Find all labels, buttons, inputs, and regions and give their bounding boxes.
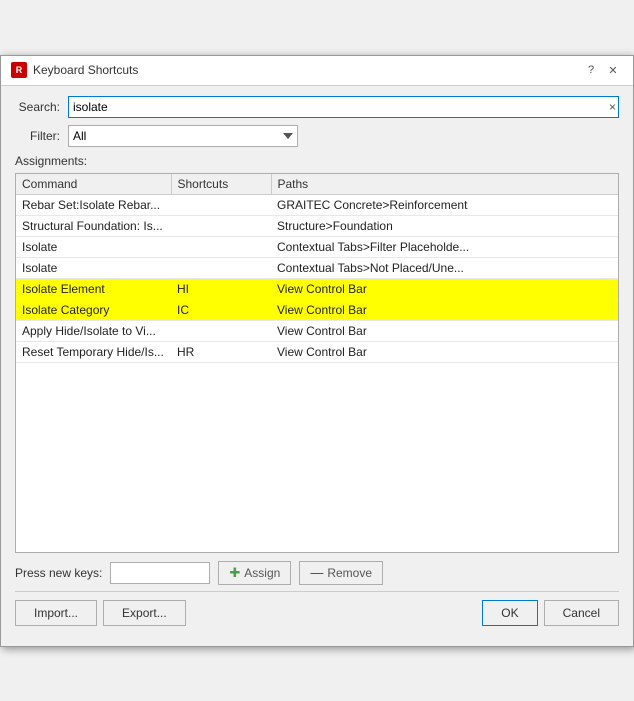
keyboard-shortcuts-dialog: R Keyboard Shortcuts ? ✕ Search: × Filte… [0,55,634,647]
cancel-button[interactable]: Cancel [544,600,619,626]
table-cell-command: Rebar Set:Isolate Rebar... [16,194,171,215]
table-row[interactable]: Isolate Contextual Tabs>Not Placed/Une... [16,257,618,278]
title-bar-left: R Keyboard Shortcuts [11,62,138,78]
plus-icon: ✚ [229,565,240,581]
divider [15,591,619,592]
table-cell-path: View Control Bar [271,320,618,341]
filter-label: Filter: [15,129,60,143]
assign-button[interactable]: ✚ Assign [218,561,291,585]
dialog-body: Search: × Filter: All Navigation Modelin… [1,86,633,646]
search-row: Search: × [15,96,619,118]
minus-icon: — [310,565,323,580]
table-cell-command: Isolate [16,257,171,278]
assignments-table: Command Shortcuts Paths Rebar Set:Isolat… [16,174,618,363]
table-cell-shortcut: HR [171,341,271,362]
table-cell-path: Contextual Tabs>Not Placed/Une... [271,257,618,278]
table-row[interactable]: Isolate ElementHIView Control Bar [16,278,618,299]
table-row[interactable]: Apply Hide/Isolate to Vi... View Control … [16,320,618,341]
ok-button[interactable]: OK [482,600,537,626]
press-keys-label: Press new keys: [15,566,102,580]
table-cell-shortcut [171,257,271,278]
table-cell-command: Isolate Category [16,299,171,320]
table-cell-path: View Control Bar [271,341,618,362]
help-button[interactable]: ? [581,60,601,80]
press-new-keys-bar: Press new keys: ✚ Assign — Remove [15,553,619,591]
assign-label: Assign [244,566,280,580]
table-cell-command: Apply Hide/Isolate to Vi... [16,320,171,341]
bottom-left-buttons: Import... Export... [15,600,186,626]
table-row[interactable]: Isolate CategoryICView Control Bar [16,299,618,320]
table-cell-path: View Control Bar [271,278,618,299]
bottom-buttons: Import... Export... OK Cancel [15,600,619,636]
table-cell-shortcut: IC [171,299,271,320]
table-cell-command: Structural Foundation: Is... [16,215,171,236]
search-label: Search: [15,100,60,114]
new-keys-input[interactable] [110,562,210,584]
table-cell-path: View Control Bar [271,299,618,320]
title-bar: R Keyboard Shortcuts ? ✕ [1,56,633,86]
column-header-shortcuts: Shortcuts [171,174,271,195]
table-header-row: Command Shortcuts Paths [16,174,618,195]
dialog-title: Keyboard Shortcuts [33,63,138,77]
table-cell-command: Reset Temporary Hide/Is... [16,341,171,362]
table-cell-command: Isolate [16,236,171,257]
table-row[interactable]: Structural Foundation: Is... Structure>Fo… [16,215,618,236]
app-icon: R [11,62,27,78]
filter-select[interactable]: All Navigation Modeling View Edit [68,125,298,147]
table-row[interactable]: Isolate Contextual Tabs>Filter Placeholde… [16,236,618,257]
export-button[interactable]: Export... [103,600,186,626]
table-cell-shortcut [171,320,271,341]
remove-button[interactable]: — Remove [299,561,383,585]
assignments-table-container[interactable]: Command Shortcuts Paths Rebar Set:Isolat… [15,173,619,553]
close-button[interactable]: ✕ [603,60,623,80]
table-cell-shortcut [171,194,271,215]
table-row[interactable]: Rebar Set:Isolate Rebar... GRAITEC Concre… [16,194,618,215]
table-cell-shortcut [171,236,271,257]
table-row[interactable]: Reset Temporary Hide/Is...HRView Control… [16,341,618,362]
remove-label: Remove [327,566,372,580]
table-cell-shortcut [171,215,271,236]
assignments-label: Assignments: [15,154,619,168]
table-cell-command: Isolate Element [16,278,171,299]
filter-row: Filter: All Navigation Modeling View Edi… [15,125,619,147]
search-input[interactable] [68,96,619,118]
table-cell-path: Structure>Foundation [271,215,618,236]
search-wrapper: × [68,96,619,118]
table-cell-shortcut: HI [171,278,271,299]
table-cell-path: GRAITEC Concrete>Reinforcement [271,194,618,215]
table-body: Rebar Set:Isolate Rebar... GRAITEC Concre… [16,194,618,362]
bottom-right-buttons: OK Cancel [482,600,619,626]
column-header-command: Command [16,174,171,195]
column-header-paths: Paths [271,174,618,195]
title-buttons: ? ✕ [581,60,623,80]
clear-search-button[interactable]: × [609,101,616,113]
import-button[interactable]: Import... [15,600,97,626]
table-cell-path: Contextual Tabs>Filter Placeholde... [271,236,618,257]
